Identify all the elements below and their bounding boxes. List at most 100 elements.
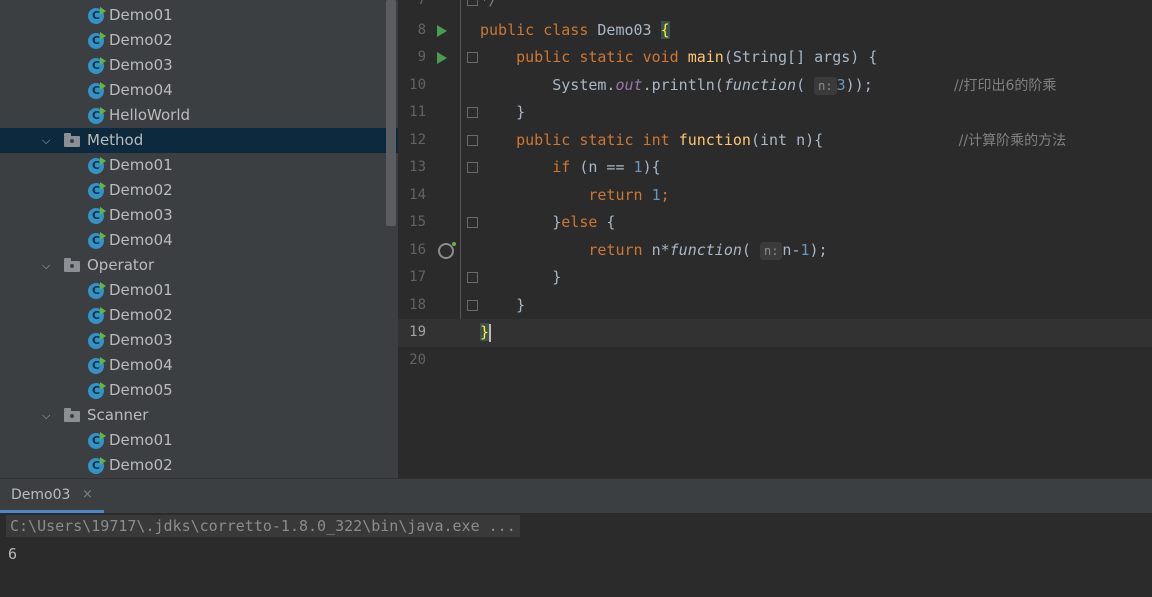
tree-item-label: Demo03 — [109, 206, 173, 224]
tree-item-class[interactable]: C Demo01 — [0, 3, 398, 28]
fold-icon[interactable] — [467, 299, 478, 311]
tree-item-class[interactable]: C HelloWorld — [0, 103, 398, 128]
fold-icon[interactable] — [467, 52, 478, 63]
code-line[interactable]: 14 return 1; — [398, 182, 1152, 210]
run-icon[interactable] — [437, 24, 447, 37]
fold-icon[interactable] — [467, 0, 478, 6]
tree-item-label: HelloWorld — [109, 106, 191, 124]
java-class-icon: C — [88, 282, 106, 299]
package-folder-icon — [64, 133, 80, 147]
run-tab-demo03[interactable]: Demo03 × — [0, 479, 104, 513]
code-line[interactable]: 11 } — [398, 99, 1152, 127]
code-line[interactable]: 9 public static void main(String[] args)… — [398, 44, 1152, 72]
line-number: 20 — [409, 351, 426, 368]
fold-icon[interactable] — [467, 162, 478, 173]
java-class-icon: C — [88, 157, 106, 174]
run-tool-window-header: Demo03 × — [0, 478, 1152, 513]
tree-item-label: Demo01 — [109, 431, 173, 449]
tree-item-package[interactable]: ⌵ Scanner — [0, 403, 398, 428]
line-number: 10 — [409, 76, 426, 93]
line-number: 18 — [409, 296, 426, 313]
tree-item-class[interactable]: C Demo01 — [0, 153, 398, 178]
code-text: public class Demo03 { — [480, 20, 670, 39]
line-number: 17 — [409, 269, 426, 285]
project-tree[interactable]: C Demo01 C Demo02 C Demo03 C Demo04 C HelloWorld ⌵… — [0, 0, 398, 478]
line-number: 14 — [409, 186, 426, 203]
tree-item-class[interactable]: C Demo02 — [0, 178, 398, 203]
tree-item-class[interactable]: C Demo04 — [0, 353, 398, 378]
close-icon[interactable]: × — [82, 487, 93, 502]
code-line[interactable]: 10 System.out.println(function( n: 3)); /… — [398, 72, 1152, 100]
java-class-icon: C — [88, 357, 106, 374]
chevron-down-icon[interactable]: ⌵ — [42, 253, 50, 278]
code-text: return 1; — [588, 185, 670, 204]
code-line[interactable]: 13 if (n == 1){ — [398, 154, 1152, 182]
tree-item-class[interactable]: C Demo01 — [0, 278, 398, 303]
java-class-icon: C — [88, 182, 106, 199]
tree-item-label: Demo04 — [109, 231, 173, 249]
java-class-icon: C — [88, 207, 106, 224]
code-text: }else { — [552, 213, 616, 231]
line-number: 19 — [409, 324, 426, 340]
tree-item-label: Scanner — [87, 406, 149, 424]
java-class-icon: C — [88, 382, 106, 399]
run-console[interactable]: C:\Users\19717\.jdks\corretto-1.8.0_322\… — [0, 513, 1152, 597]
code-line[interactable]: 18 } — [398, 292, 1152, 320]
tree-item-class[interactable]: C Demo04 — [0, 78, 398, 103]
tree-item-package[interactable]: ⌵ Method — [0, 128, 398, 153]
java-class-icon: C — [88, 107, 106, 124]
chevron-down-icon[interactable]: ⌵ — [42, 128, 50, 153]
tree-item-label: Demo02 — [109, 31, 173, 49]
fold-icon[interactable] — [467, 107, 478, 118]
code-text: System.out.println(function( n: 3)); //打印… — [552, 75, 1057, 95]
line-number: 11 — [409, 104, 426, 120]
java-class-icon: C — [88, 432, 106, 449]
tree-item-class[interactable]: C Demo02 — [0, 28, 398, 53]
java-class-icon: C — [88, 32, 106, 49]
code-line[interactable]: 20 — [398, 347, 1152, 375]
code-line[interactable]: 7 */ — [398, 0, 1152, 15]
tree-item-label: Demo03 — [109, 331, 173, 349]
tree-item-label: Demo02 — [109, 306, 173, 324]
fold-icon[interactable] — [467, 272, 478, 283]
code-editor[interactable]: 7 */ 8 public class Demo03 { 9 public st… — [398, 0, 1152, 478]
tree-item-class[interactable]: C Demo03 — [0, 203, 398, 228]
code-line[interactable]: 16 return n*function( n: n-1); — [398, 237, 1152, 265]
line-number: 13 — [409, 159, 426, 175]
tree-item-class[interactable]: C Demo05 — [0, 378, 398, 403]
code-text: } — [516, 295, 526, 314]
code-line[interactable]: 12 public static int function(int n){ //… — [398, 127, 1152, 155]
fold-icon[interactable] — [467, 217, 478, 228]
tree-item-class[interactable]: C Demo03 — [0, 53, 398, 78]
tree-item-class[interactable]: C Demo01 — [0, 428, 398, 453]
tree-scrollbar[interactable] — [386, 0, 396, 226]
java-class-icon: C — [88, 332, 106, 349]
tree-item-class[interactable]: C Demo04 — [0, 228, 398, 253]
tree-item-class[interactable]: C Demo03 — [0, 328, 398, 353]
tree-item-label: Demo05 — [109, 381, 173, 399]
code-text: } — [516, 103, 526, 121]
run-icon[interactable] — [437, 52, 447, 64]
code-line[interactable]: 15 }else { — [398, 209, 1152, 237]
fold-icon[interactable] — [467, 134, 478, 146]
tree-item-class[interactable]: C Demo02 — [0, 303, 398, 328]
code-line-current[interactable]: 19 } — [398, 319, 1152, 347]
text-caret — [489, 323, 492, 342]
package-folder-icon — [64, 408, 80, 422]
line-number: 9 — [417, 49, 426, 65]
java-class-icon: C — [88, 307, 106, 324]
code-text: */ — [480, 0, 499, 9]
tree-item-package[interactable]: ⌵ Operator — [0, 253, 398, 278]
chevron-down-icon[interactable]: ⌵ — [42, 403, 50, 428]
code-line[interactable]: 8 public class Demo03 { — [398, 17, 1152, 45]
package-folder-icon — [64, 258, 80, 272]
tree-item-label: Demo02 — [109, 456, 173, 474]
tree-item-class[interactable]: C Demo02 — [0, 453, 398, 478]
tree-item-label: Method — [87, 131, 144, 149]
console-command-line[interactable]: C:\Users\19717\.jdks\corretto-1.8.0_322\… — [6, 515, 520, 537]
console-output: 6 — [8, 545, 18, 563]
java-class-icon: C — [88, 7, 106, 24]
code-line[interactable]: 17 } — [398, 264, 1152, 292]
java-class-icon: C — [88, 57, 106, 74]
line-number: 16 — [409, 241, 426, 258]
